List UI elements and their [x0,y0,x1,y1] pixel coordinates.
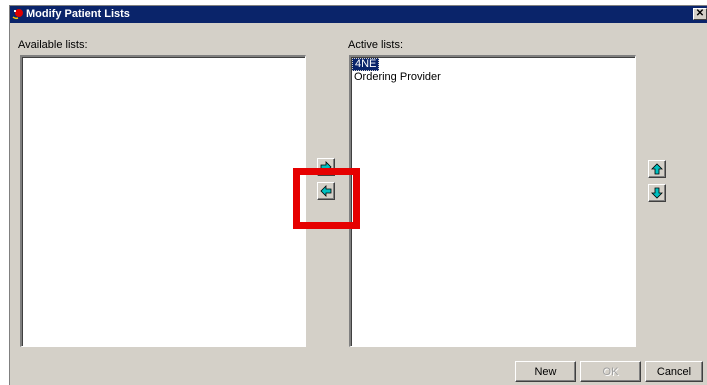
new-button[interactable]: New [515,361,576,382]
window-title: Modify Patient Lists [26,8,130,20]
cancel-button[interactable]: Cancel [645,361,703,382]
title-bar[interactable]: Modify Patient Lists ✕ [10,6,707,23]
modify-patient-lists-dialog: Modify Patient Lists ✕ Available lists: … [9,5,707,385]
available-lists-listbox[interactable] [20,55,306,347]
arrow-down-icon [651,187,663,199]
list-item-ordering-provider[interactable]: Ordering Provider [352,72,635,83]
arrow-left-icon [320,185,332,197]
ok-button[interactable]: OK [580,361,641,382]
move-left-button[interactable] [317,182,335,200]
move-right-button[interactable] [317,158,335,176]
arrow-right-icon [320,161,332,173]
arrow-up-icon [651,163,663,175]
close-button[interactable]: ✕ [693,8,707,20]
available-lists-label: Available lists: [18,39,88,51]
close-icon: ✕ [695,8,705,19]
active-lists-label: Active lists: [348,39,404,51]
active-lists-listbox[interactable]: 4NE Ordering Provider [349,55,636,347]
move-down-button[interactable] [648,184,666,202]
move-up-button[interactable] [648,160,666,178]
app-icon [12,9,23,20]
list-item-4ne[interactable]: 4NE [352,58,380,71]
